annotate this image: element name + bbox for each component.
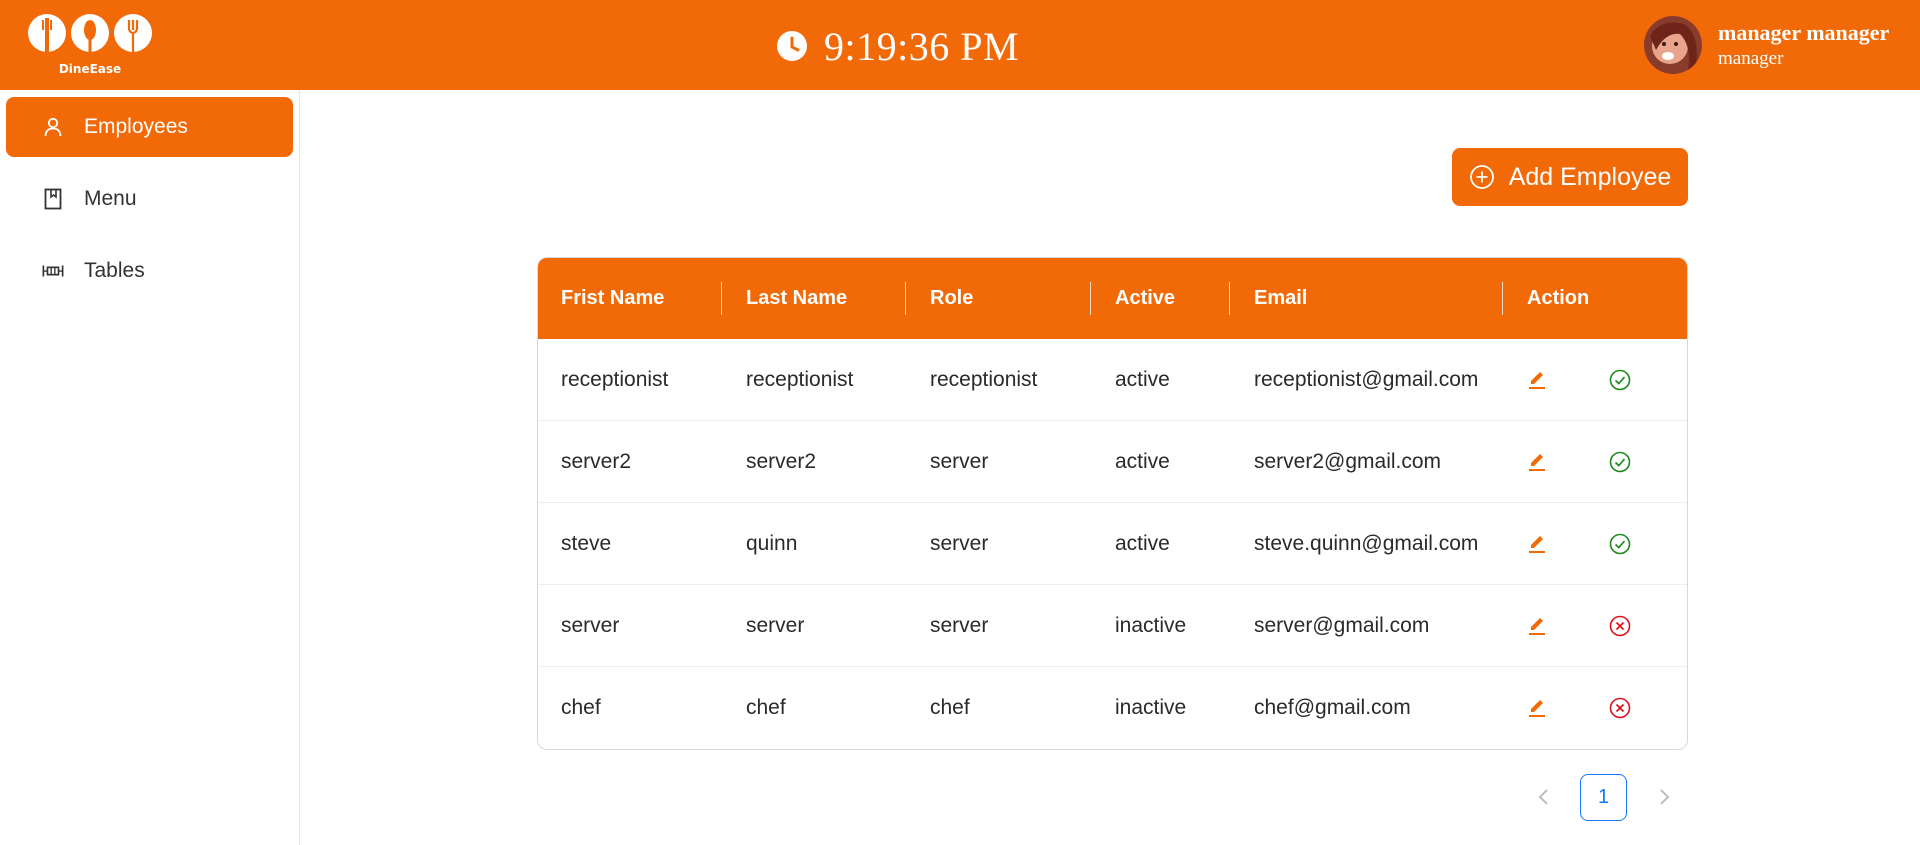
page-button-current[interactable]: 1 (1580, 774, 1627, 821)
cell-email: chef@gmail.com (1254, 696, 1411, 719)
cell-email: receptionist@gmail.com (1254, 368, 1479, 391)
column-divider (721, 282, 722, 315)
cell-role: server (930, 532, 989, 555)
user-role: manager (1718, 48, 1784, 69)
column-header-email[interactable]: Email (1254, 258, 1307, 339)
table-row: steve quinn server active steve.quinn@gm… (538, 503, 1687, 585)
add-employee-label: Add Employee (1508, 162, 1672, 191)
chevron-left-icon (1538, 789, 1548, 805)
edit-icon[interactable] (1525, 614, 1549, 638)
user-icon (42, 116, 64, 138)
cell-email: steve.quinn@gmail.com (1254, 532, 1479, 555)
cell-last-name: chef (746, 696, 786, 719)
column-header-role[interactable]: Role (930, 258, 973, 339)
cell-last-name: receptionist (746, 368, 854, 391)
sidebar: Employees Menu Tables (0, 90, 300, 845)
clock-time: 9:19:36 PM (824, 23, 1020, 69)
next-page-button[interactable] (1652, 783, 1676, 811)
table-header: Frist Name Last Name Role Active Email A… (538, 258, 1687, 339)
activate-check-icon[interactable] (1608, 368, 1632, 392)
logo-icon (28, 14, 152, 52)
sidebar-item-tables[interactable]: Tables (6, 241, 293, 301)
plus-circle-icon (1469, 164, 1495, 190)
cell-first-name: receptionist (561, 368, 669, 391)
activate-check-icon[interactable] (1608, 450, 1632, 474)
avatar[interactable] (1644, 16, 1702, 74)
employees-table: Frist Name Last Name Role Active Email A… (537, 257, 1688, 750)
cell-active: active (1115, 368, 1170, 391)
cell-first-name: server2 (561, 450, 632, 473)
add-employee-button[interactable]: Add Employee (1452, 148, 1688, 206)
edit-icon[interactable] (1525, 368, 1549, 392)
cell-first-name: steve (561, 532, 612, 555)
table-row: server server server inactive server@gma… (538, 585, 1687, 667)
edit-icon[interactable] (1525, 532, 1549, 556)
cell-last-name: server2 (746, 450, 817, 473)
user-name: manager manager (1718, 20, 1890, 45)
cell-role: receptionist (930, 368, 1038, 391)
cell-first-name: server (561, 614, 620, 637)
cell-first-name: chef (561, 696, 601, 719)
column-header-last-name[interactable]: Last Name (746, 258, 847, 339)
table-row: receptionist receptionist receptionist a… (538, 339, 1687, 421)
cell-role: chef (930, 696, 970, 719)
sidebar-item-employees[interactable]: Employees (6, 97, 293, 157)
app-name: DineEase (58, 62, 122, 76)
sidebar-item-label: Tables (84, 259, 145, 282)
edit-icon[interactable] (1525, 696, 1549, 720)
column-divider (1229, 282, 1230, 315)
cell-email: server@gmail.com (1254, 614, 1430, 637)
column-header-active[interactable]: Active (1115, 258, 1175, 339)
deactivate-x-icon[interactable] (1608, 614, 1632, 638)
chevron-right-icon (1660, 789, 1670, 805)
cell-email: server2@gmail.com (1254, 450, 1442, 473)
clock-icon (777, 31, 807, 61)
cell-role: server (930, 614, 989, 637)
sidebar-item-label: Employees (84, 115, 188, 138)
table-row: chef chef chef inactive chef@gmail.com (538, 667, 1687, 749)
deactivate-x-icon[interactable] (1608, 696, 1632, 720)
column-divider (905, 282, 906, 315)
prev-page-button[interactable] (1532, 783, 1556, 811)
column-header-first-name[interactable]: Frist Name (561, 258, 664, 339)
top-header: DineEase 9:19:36 PM manager manager mana… (0, 0, 1920, 90)
column-divider (1090, 282, 1091, 315)
table-icon (42, 260, 64, 282)
cell-active: active (1115, 450, 1170, 473)
app-logo[interactable]: DineEase (28, 8, 152, 78)
cell-last-name: quinn (746, 532, 798, 555)
sidebar-item-menu[interactable]: Menu (6, 169, 293, 229)
cell-role: server (930, 450, 989, 473)
cell-last-name: server (746, 614, 805, 637)
cell-active: active (1115, 532, 1170, 555)
book-icon (42, 188, 64, 210)
clock: 9:19:36 PM (776, 20, 1019, 72)
sidebar-item-label: Menu (84, 187, 137, 210)
cell-active: inactive (1115, 614, 1187, 637)
edit-icon[interactable] (1525, 450, 1549, 474)
activate-check-icon[interactable] (1608, 532, 1632, 556)
column-divider (1502, 282, 1503, 315)
avatar-image (1644, 16, 1702, 74)
table-row: server2 server2 server active server2@gm… (538, 421, 1687, 503)
column-header-action: Action (1527, 287, 1590, 309)
cell-active: inactive (1115, 696, 1187, 719)
